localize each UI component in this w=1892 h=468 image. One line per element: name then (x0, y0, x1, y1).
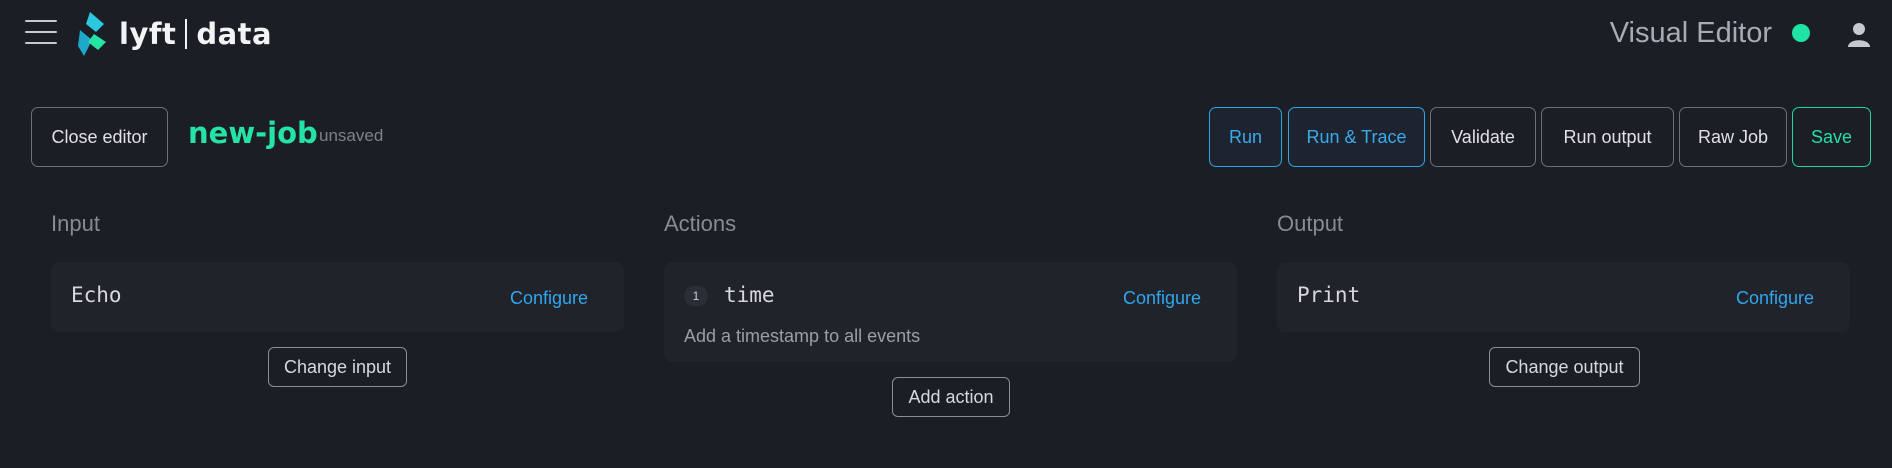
action-configure-link[interactable]: Configure (1123, 288, 1201, 309)
input-column-title: Input (51, 211, 100, 236)
top-bar: lyft data Visual Editor (0, 0, 1892, 68)
close-editor-button[interactable]: Close editor (31, 107, 168, 167)
logo-text-lyft: lyft (119, 17, 177, 51)
validate-button[interactable]: Validate (1430, 107, 1536, 167)
logo-divider (185, 19, 188, 49)
logo-text-data: data (196, 17, 273, 51)
run-output-button[interactable]: Run output (1541, 107, 1674, 167)
action-name: time (724, 283, 775, 307)
action-description: Add a timestamp to all events (684, 326, 921, 346)
connection-status-dot (1792, 24, 1810, 42)
input-configure-link[interactable]: Configure (510, 288, 588, 309)
app-logo[interactable]: lyft data (78, 12, 272, 56)
output-name: Print (1297, 283, 1361, 307)
output-configure-link[interactable]: Configure (1736, 288, 1814, 309)
raw-job-button[interactable]: Raw Job (1679, 107, 1787, 167)
add-action-button[interactable]: Add action (892, 377, 1010, 417)
actions-column-title: Actions (664, 211, 737, 236)
change-input-button[interactable]: Change input (268, 347, 407, 387)
run-button[interactable]: Run (1209, 107, 1282, 167)
output-column-title: Output (1277, 211, 1344, 236)
output-card: Print Configure (1277, 262, 1850, 332)
lyftdata-logo-icon (78, 12, 106, 56)
change-output-button[interactable]: Change output (1489, 347, 1640, 387)
action-step-badge: 1 (684, 286, 708, 306)
user-icon[interactable] (1846, 21, 1872, 47)
input-card: Echo Configure (51, 262, 624, 332)
action-card: 1 time Configure Add a timestamp to all … (664, 262, 1237, 362)
job-status: unsaved (319, 126, 384, 145)
input-name: Echo (71, 283, 122, 307)
job-name: new-job (188, 116, 318, 150)
hamburger-menu-icon[interactable] (25, 20, 57, 46)
app-title: Visual Editor (1609, 17, 1772, 49)
run-trace-button[interactable]: Run & Trace (1288, 107, 1425, 167)
save-button[interactable]: Save (1792, 107, 1871, 167)
